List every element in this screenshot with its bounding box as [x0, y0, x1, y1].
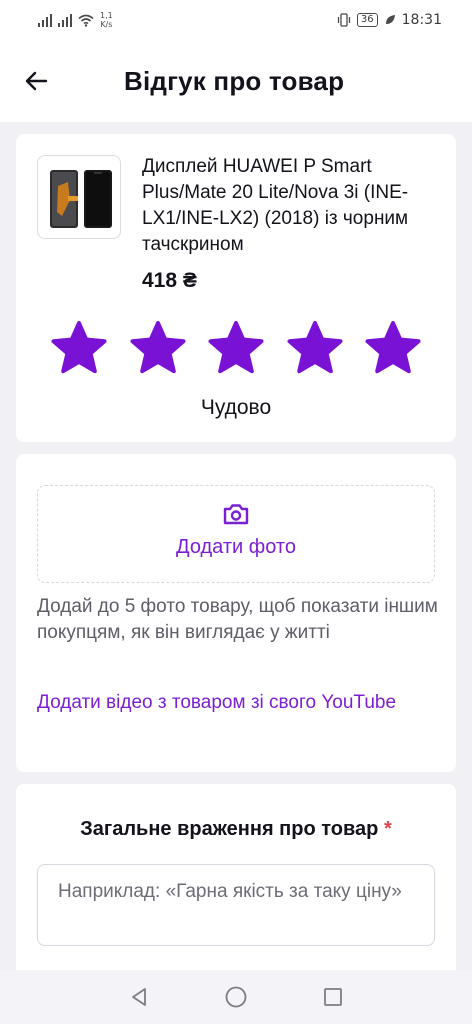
star-icon[interactable]: [364, 320, 422, 376]
photo-hint: Додай до 5 фото товару, щоб показати інш…: [37, 596, 438, 643]
star-icon[interactable]: [207, 320, 265, 376]
product-card: Дисплей HUAWEI P Smart Plus/Mate 20 Lite…: [16, 134, 456, 442]
camera-icon: [223, 504, 249, 525]
status-right: 36 18:31: [337, 12, 442, 28]
triangle-back-icon: [131, 988, 146, 1006]
arrow-left-icon: [25, 71, 48, 91]
circle-home-icon: [225, 986, 247, 1008]
rating-label: Чудово: [200, 396, 272, 419]
wifi-icon: [78, 14, 94, 27]
net-speed: 1,1 K/s: [100, 11, 113, 29]
nav-back-button[interactable]: [121, 979, 157, 1015]
status-bar: 1,1 K/s 36 18:31: [0, 0, 472, 40]
rating-stars: [50, 320, 422, 376]
vibrate-icon: [337, 13, 351, 27]
leaf-icon: [385, 15, 395, 24]
nav-home-button[interactable]: [218, 979, 254, 1015]
impression-title: Загальне враження про товар *: [16, 818, 456, 841]
add-photo-label: Додати фото: [176, 536, 296, 558]
status-left: 1,1 K/s: [38, 11, 113, 29]
star-icon[interactable]: [50, 320, 108, 376]
nav-recent-button[interactable]: [315, 979, 351, 1015]
add-photo-button[interactable]: Додати фото: [37, 485, 435, 583]
clock: 18:31: [401, 12, 442, 28]
star-icon[interactable]: [286, 320, 344, 376]
product-price: 418 ₴: [142, 269, 197, 292]
photo-card: Додати фото Додай до 5 фото товару, щоб …: [16, 454, 456, 772]
required-mark: *: [383, 818, 392, 840]
signal-icon-2: [58, 13, 72, 27]
back-button[interactable]: [16, 61, 56, 101]
net-speed-value: 1,1: [100, 11, 113, 20]
product-name: Дисплей HUAWEI P Smart Plus/Mate 20 Lite…: [142, 156, 409, 255]
signal-icon: [38, 13, 52, 27]
product-thumbnail: [37, 155, 121, 239]
impression-placeholder: Наприклад: «Гарна якість за таку ціну»: [58, 881, 402, 902]
app-header: Відгук про товар: [0, 40, 472, 122]
add-youtube-video-link[interactable]: Додати відео з товаром зі свого YouTube: [37, 690, 427, 716]
impression-title-text: Загальне враження про товар: [80, 818, 379, 840]
star-icon[interactable]: [129, 320, 187, 376]
impression-input[interactable]: Наприклад: «Гарна якість за таку ціну»: [37, 864, 435, 946]
page-title: Відгук про товар: [124, 65, 345, 96]
square-recent-icon: [324, 988, 343, 1006]
battery-indicator: 36: [356, 13, 378, 27]
net-speed-unit: K/s: [100, 20, 113, 29]
system-nav-bar: [0, 970, 472, 1024]
